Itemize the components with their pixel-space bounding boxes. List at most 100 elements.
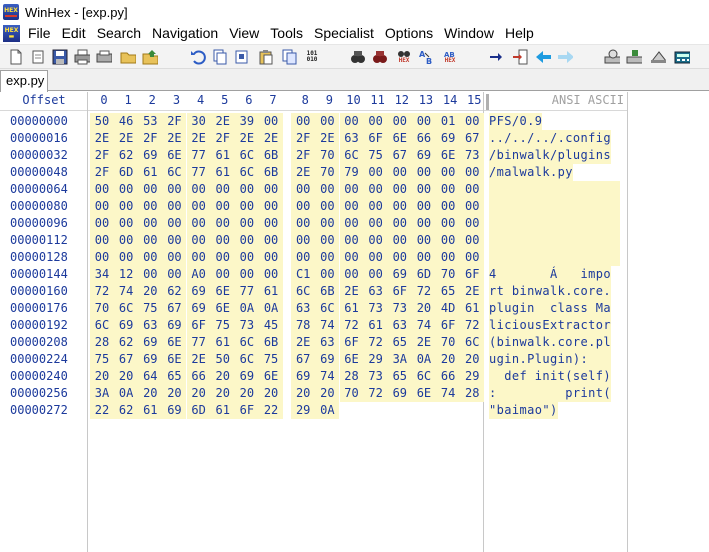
hex-byte[interactable]: 00 xyxy=(186,232,211,249)
hex-byte[interactable]: 2F xyxy=(162,113,187,130)
hex-byte[interactable]: 28 xyxy=(90,334,114,351)
menu-file[interactable]: File xyxy=(24,25,58,42)
open-file-icon[interactable] xyxy=(30,49,46,65)
hex-byte[interactable]: 75 xyxy=(138,300,163,317)
ascii-text[interactable]: (binwalk.core.pl xyxy=(489,334,611,351)
hex-byte[interactable]: 2F xyxy=(90,164,114,181)
hex-byte[interactable]: 00 xyxy=(363,232,388,249)
ascii-text[interactable]: rt binwalk.core. xyxy=(489,283,611,300)
hex-byte[interactable]: 6E xyxy=(162,351,187,368)
hex-byte[interactable]: 6E xyxy=(411,385,436,402)
hex-byte[interactable]: 70 xyxy=(315,164,340,181)
hex-byte[interactable]: 3A xyxy=(90,385,114,402)
hex-byte[interactable]: 00 xyxy=(162,249,187,266)
disk-editor-icon[interactable] xyxy=(604,49,620,65)
hex-byte[interactable]: 6E xyxy=(162,334,187,351)
menu-help[interactable]: Help xyxy=(501,25,541,42)
menu-window[interactable]: Window xyxy=(440,25,501,42)
hex-byte[interactable]: 22 xyxy=(259,402,284,419)
hex-byte[interactable]: 0A xyxy=(259,300,284,317)
hex-byte[interactable]: 00 xyxy=(460,198,485,215)
hex-byte[interactable]: 00 xyxy=(114,215,139,232)
save-icon[interactable] xyxy=(52,49,68,65)
hex-byte[interactable]: 00 xyxy=(460,232,485,249)
hex-byte[interactable]: 00 xyxy=(339,249,364,266)
hex-byte[interactable]: 00 xyxy=(114,181,139,198)
hex-byte[interactable]: 6C xyxy=(460,334,485,351)
hex-byte[interactable]: 70 xyxy=(315,147,340,164)
hex-byte[interactable]: 65 xyxy=(387,368,412,385)
hex-byte[interactable]: 62 xyxy=(114,402,139,419)
hex-byte[interactable]: 72 xyxy=(411,283,436,300)
hex-byte[interactable]: 22 xyxy=(90,402,114,419)
hex-byte[interactable]: 20 xyxy=(210,385,235,402)
hex-byte[interactable]: 00 xyxy=(291,198,316,215)
print-icon[interactable] xyxy=(74,49,90,65)
hex-byte[interactable]: 00 xyxy=(436,164,461,181)
hex-byte[interactable]: 20 xyxy=(234,385,259,402)
hex-byte[interactable]: 00 xyxy=(411,232,436,249)
hex-byte[interactable]: 00 xyxy=(210,198,235,215)
hex-byte[interactable]: 65 xyxy=(436,283,461,300)
hex-byte[interactable]: 63 xyxy=(387,317,412,334)
hex-byte[interactable]: 2E xyxy=(339,283,364,300)
hex-row[interactable]: 00000256 3A 0A 20 20 20 20 20 20 20 20 70 72 69 6E 74 28… xyxy=(0,385,628,402)
hex-byte[interactable]: 00 xyxy=(315,181,340,198)
hex-byte[interactable]: 63 xyxy=(291,300,316,317)
hex-byte[interactable]: 2E xyxy=(186,130,211,147)
hex-byte[interactable]: 66 xyxy=(411,130,436,147)
hex-byte[interactable]: 00 xyxy=(234,198,259,215)
hex-byte[interactable]: 20 xyxy=(436,351,461,368)
hex-byte[interactable]: 2E xyxy=(210,113,235,130)
hex-byte[interactable]: 00 xyxy=(339,181,364,198)
hex-byte[interactable]: 00 xyxy=(234,232,259,249)
hex-byte[interactable]: 00 xyxy=(460,164,485,181)
hex-byte[interactable]: 00 xyxy=(114,232,139,249)
hex-row[interactable]: 00000096 00 00 00 00 00 00 00 00 00 00 00 00 00 00 00 00 xyxy=(0,215,628,232)
hex-byte[interactable]: 2F xyxy=(210,130,235,147)
ascii-text[interactable]: plugin class Ma xyxy=(489,300,611,317)
hex-row[interactable]: 00000208 28 62 69 6E 77 61 6C 6B 2E 63 6F 72 65 2E 70 6C… xyxy=(0,334,628,351)
hex-byte[interactable]: 0A xyxy=(234,300,259,317)
hex-byte[interactable]: 74 xyxy=(315,317,340,334)
hex-byte[interactable]: 2F xyxy=(138,130,163,147)
hex-byte[interactable]: 77 xyxy=(186,164,211,181)
hex-byte[interactable]: 6C xyxy=(90,317,114,334)
hex-byte[interactable]: 00 xyxy=(315,113,340,130)
hex-byte[interactable]: 00 xyxy=(315,198,340,215)
hex-byte[interactable]: 00 xyxy=(460,215,485,232)
hex-byte[interactable]: 50 xyxy=(90,113,114,130)
hex-byte[interactable]: 6B xyxy=(259,164,284,181)
hex-row[interactable]: 00000064 00 00 00 00 00 00 00 00 00 00 00 00 00 00 00 00 xyxy=(0,181,628,198)
hex-byte[interactable]: 00 xyxy=(138,215,163,232)
hex-byte[interactable]: 00 xyxy=(162,266,187,283)
hex-byte[interactable]: 00 xyxy=(90,181,114,198)
hex-byte[interactable]: 00 xyxy=(315,266,340,283)
hex-byte[interactable]: 63 xyxy=(363,283,388,300)
hex-byte[interactable]: 6E xyxy=(210,283,235,300)
hex-row[interactable]: 00000224 75 67 69 6E 2E 50 6C 75 67 69 6E 29 3A 0A 20 20… xyxy=(0,351,628,368)
hex-byte[interactable]: 00 xyxy=(291,232,316,249)
hex-byte[interactable]: 00 xyxy=(436,181,461,198)
hex-byte[interactable]: 72 xyxy=(90,283,114,300)
hex-byte[interactable]: 6D xyxy=(411,266,436,283)
menu-options[interactable]: Options xyxy=(381,25,440,42)
hex-byte[interactable]: 61 xyxy=(210,402,235,419)
hex-byte[interactable]: 29 xyxy=(363,351,388,368)
jump-icon[interactable] xyxy=(512,49,528,65)
hex-byte[interactable]: 00 xyxy=(460,181,485,198)
hex-byte[interactable]: 00 xyxy=(234,266,259,283)
hex-byte[interactable]: 73 xyxy=(387,300,412,317)
hex-byte[interactable]: 00 xyxy=(363,113,388,130)
hex-byte[interactable]: 70 xyxy=(90,300,114,317)
hex-byte[interactable]: 75 xyxy=(90,351,114,368)
hex-byte[interactable]: 70 xyxy=(339,385,364,402)
hex-byte[interactable]: 00 xyxy=(436,198,461,215)
hex-byte[interactable]: 6C xyxy=(234,351,259,368)
hex-byte[interactable]: 00 xyxy=(363,198,388,215)
hex-byte[interactable]: 20 xyxy=(138,283,163,300)
hex-editor[interactable]: Offset 0 1 2 3 4 5 6 7 8 9 10 11 12 13 14 15 ANSI ASCII… xyxy=(0,92,709,552)
hex-byte[interactable]: 2E xyxy=(411,334,436,351)
hex-byte[interactable]: 75 xyxy=(210,317,235,334)
hex-byte[interactable]: 63 xyxy=(315,334,340,351)
